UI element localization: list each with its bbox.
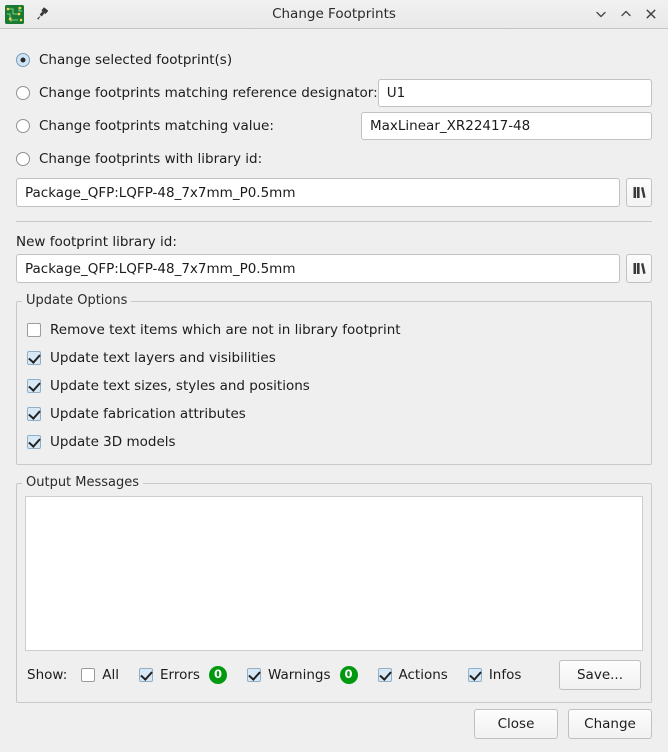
checkbox-indicator-all [81, 668, 96, 682]
change-button[interactable]: Change [568, 709, 652, 739]
filter-infos[interactable]: Infos [467, 667, 522, 683]
checkbox-label-update-3d-models: Update 3D models [50, 434, 176, 450]
pin-icon[interactable] [34, 6, 50, 22]
checkbox-update-fabrication-attributes[interactable]: Update fabrication attributes [27, 400, 641, 428]
checkbox-indicator-infos [467, 668, 482, 682]
filter-label-warnings: Warnings [267, 667, 331, 683]
checkbox-remove-text-items[interactable]: Remove text items which are not in libra… [27, 316, 641, 344]
save-button[interactable]: Save... [559, 660, 641, 690]
filter-label-all: All [102, 667, 119, 683]
checkbox-label-remove-text-items: Remove text items which are not in libra… [50, 322, 401, 338]
radio-label-selected: Change selected footprint(s) [39, 51, 233, 68]
mode-row-reference: Change footprints matching reference des… [16, 76, 652, 109]
radio-indicator-reference [16, 85, 30, 100]
checkbox-label-update-fabrication-attributes: Update fabrication attributes [50, 406, 246, 422]
filter-label-errors: Errors [160, 667, 200, 683]
new-footprint-id-input[interactable] [16, 254, 620, 283]
title-bar-left [5, 4, 50, 24]
reference-designator-input[interactable] [377, 78, 652, 107]
output-messages-title: Output Messages [22, 475, 144, 490]
close-button[interactable] [640, 3, 662, 25]
title-bar: Change Footprints [0, 0, 668, 29]
chevron-up-icon [621, 10, 631, 17]
library-id-row [16, 178, 652, 207]
mode-row-libid: Change footprints with library id: [16, 142, 652, 175]
radio-indicator-selected [16, 52, 30, 67]
radio-change-reference[interactable]: Change footprints matching reference des… [16, 85, 378, 101]
checkbox-indicator-remove-text-items [27, 323, 41, 337]
change-footprints-dialog: Change Footprints Change selected footpr… [0, 0, 668, 752]
update-options-group: Update Options Remove text items which a… [16, 293, 652, 465]
badge-errors-count: 0 [208, 666, 227, 684]
show-label: Show: [27, 667, 68, 683]
close-button-footer[interactable]: Close [474, 709, 558, 739]
checkbox-indicator-warnings [246, 668, 261, 682]
browse-library-id-button[interactable] [626, 178, 652, 207]
section-divider [16, 221, 652, 222]
radio-label-value: Change footprints matching value: [39, 117, 274, 134]
filter-all[interactable]: All [81, 667, 119, 683]
library-books-icon [633, 187, 646, 198]
library-books-icon [633, 263, 646, 274]
checkbox-label-update-text-layers: Update text layers and visibilities [50, 350, 276, 366]
browse-new-footprint-button[interactable] [626, 254, 652, 283]
dialog-footer: Close Change [0, 703, 668, 752]
maximize-button[interactable] [615, 3, 637, 25]
library-id-input[interactable] [16, 178, 620, 207]
radio-indicator-libid [16, 151, 30, 166]
window-title: Change Footprints [272, 5, 396, 22]
minimize-button[interactable] [590, 3, 612, 25]
output-messages-frame: Show: All Errors 0 Warnings 0 Actions In… [16, 483, 652, 703]
dialog-body: Change selected footprint(s) Change foot… [0, 29, 668, 703]
checkbox-update-text-sizes[interactable]: Update text sizes, styles and positions [27, 372, 641, 400]
kicad-pcb-icon [5, 4, 24, 24]
chevron-down-icon [596, 11, 606, 18]
checkbox-indicator-actions [377, 668, 392, 682]
update-options-title: Update Options [22, 293, 132, 308]
checkbox-indicator-errors [139, 668, 153, 682]
filter-warnings[interactable]: Warnings 0 [246, 666, 358, 684]
filter-label-infos: Infos [488, 667, 522, 683]
kicad-pcb-icon-glyph [5, 4, 24, 24]
checkbox-indicator-update-3d-models [27, 435, 41, 449]
radio-indicator-value [16, 118, 30, 133]
radio-label-reference: Change footprints matching reference des… [39, 84, 378, 101]
checkbox-indicator-update-text-sizes [27, 379, 41, 393]
show-filter-bar: Show: All Errors 0 Warnings 0 Actions In… [25, 651, 643, 694]
match-value-input[interactable] [361, 111, 652, 140]
output-messages-area[interactable] [25, 496, 643, 651]
radio-label-libid: Change footprints with library id: [39, 150, 263, 167]
checkbox-indicator-update-fabrication-attributes [27, 407, 41, 421]
close-icon [646, 9, 656, 19]
checkbox-update-3d-models[interactable]: Update 3D models [27, 428, 641, 456]
badge-warnings-count: 0 [339, 666, 358, 684]
new-footprint-row [16, 254, 652, 283]
radio-change-selected[interactable]: Change selected footprint(s) [16, 52, 232, 68]
mode-row-selected: Change selected footprint(s) [16, 43, 652, 76]
mode-row-value: Change footprints matching value: [16, 109, 652, 142]
update-options-frame: Remove text items which are not in libra… [16, 301, 652, 465]
checkbox-label-update-text-sizes: Update text sizes, styles and positions [50, 378, 310, 394]
checkbox-update-text-layers[interactable]: Update text layers and visibilities [27, 344, 641, 372]
window-controls [590, 3, 662, 25]
checkbox-indicator-update-text-layers [27, 351, 41, 365]
filter-actions[interactable]: Actions [377, 667, 448, 683]
output-messages-group: Output Messages Show: All Errors 0 Warni… [16, 475, 652, 703]
new-footprint-label: New footprint library id: [16, 234, 177, 250]
filter-errors[interactable]: Errors 0 [139, 666, 227, 684]
filter-label-actions: Actions [398, 667, 448, 683]
radio-change-libid[interactable]: Change footprints with library id: [16, 151, 262, 167]
radio-change-value[interactable]: Change footprints matching value: [16, 118, 274, 134]
